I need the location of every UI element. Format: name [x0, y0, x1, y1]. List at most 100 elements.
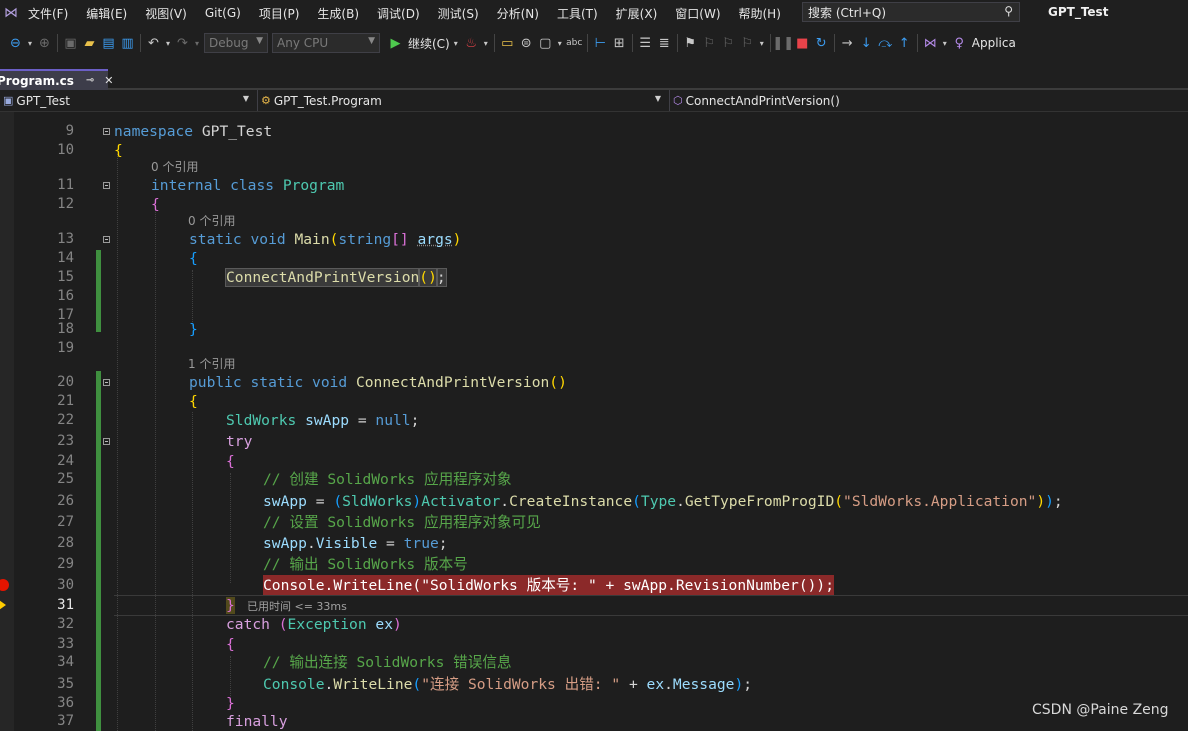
menu-extensions[interactable]: 扩展(X)	[610, 5, 664, 22]
collapse-icon[interactable]	[103, 182, 110, 189]
member-dropdown[interactable]: ⬡ ConnectAndPrintVersion()	[670, 90, 1188, 111]
line-number: 29	[57, 556, 74, 572]
lightbulb-icon[interactable]: ♀	[950, 32, 969, 54]
continue-dropdown-icon[interactable]: ▾	[450, 32, 462, 54]
search-box[interactable]: 搜索 (Ctrl+Q) ⚲	[802, 2, 1020, 22]
show-next-statement-icon[interactable]: →	[838, 32, 857, 54]
navigate-forward-icon[interactable]: ⊕	[35, 32, 54, 54]
menu-git[interactable]: Git(G)	[199, 6, 247, 20]
collapse-icon[interactable]	[103, 379, 110, 386]
diagnostics-icon[interactable]: ⋈	[921, 32, 940, 54]
code-line: 21 {	[0, 391, 1188, 412]
indent-icon[interactable]: ☰	[636, 32, 655, 54]
breakpoint-icon[interactable]	[0, 579, 9, 591]
perf-tip[interactable]: 已用时间 <= 33ms	[247, 598, 347, 614]
outdent-icon[interactable]: ≣	[655, 32, 674, 54]
new-project-icon[interactable]: ▣	[61, 32, 80, 54]
codelens-references[interactable]: 0 个引用	[151, 158, 198, 175]
step-out-icon[interactable]: ↑	[895, 32, 914, 54]
back-dropdown-icon[interactable]: ▾	[25, 32, 35, 54]
menu-tools[interactable]: 工具(T)	[551, 5, 604, 22]
clear-bookmarks-icon[interactable]: ⚐	[738, 32, 757, 54]
menu-debug[interactable]: 调试(D)	[371, 5, 426, 22]
continue-button[interactable]: 继续(C)	[408, 35, 450, 52]
folder-icon[interactable]: ▭	[498, 32, 517, 54]
tab-program-cs[interactable]: Program.cs ⊸ ✕	[0, 69, 114, 90]
browser-icon[interactable]: ▢	[536, 32, 555, 54]
project-name: GPT_Test	[16, 93, 70, 108]
redo-dropdown-icon[interactable]: ▾	[192, 32, 202, 54]
code-line: 35 Console.WriteLine("连接 SolidWorks 出错: …	[0, 674, 1188, 695]
next-bookmark-icon[interactable]: ⚐	[719, 32, 738, 54]
bookmark-icon[interactable]: ⚑	[681, 32, 700, 54]
toolbar-separator	[676, 34, 678, 52]
menu-build[interactable]: 生成(B)	[311, 5, 365, 22]
collapse-icon[interactable]	[103, 128, 110, 135]
hot-reload-dropdown-icon[interactable]: ▾	[481, 32, 491, 54]
line-number: 25	[57, 471, 74, 487]
find-icon[interactable]: ⊜	[517, 32, 536, 54]
prev-bookmark-icon[interactable]: ⚐	[700, 32, 719, 54]
platform-select[interactable]: Any CPU ▼	[272, 33, 380, 53]
code-line: 27 // 设置 SolidWorks 应用程序对象可见	[0, 512, 1188, 533]
step-icon[interactable]: ⊢	[591, 32, 610, 54]
stop-icon[interactable]: ■	[793, 32, 812, 54]
bookmark-dropdown-icon[interactable]: ▾	[757, 32, 767, 54]
menu-file[interactable]: 文件(F)	[22, 5, 74, 22]
save-all-icon[interactable]: ▥	[118, 32, 137, 54]
class-dropdown[interactable]: ⚙ GPT_Test.Program ▼	[258, 90, 670, 111]
line-number: 15	[57, 269, 74, 285]
line-number: 12	[57, 196, 74, 212]
chevron-down-icon: ▼	[256, 36, 263, 46]
code-editor[interactable]: 9 namespace GPT_Test 10 { 0 个引用 11 inter…	[0, 112, 1188, 731]
collapse-icon[interactable]	[103, 438, 110, 445]
navigate-back-icon[interactable]: ⊖	[6, 32, 25, 54]
solution-config-select[interactable]: Debug ▼	[204, 33, 268, 53]
diagnostics-dropdown-icon[interactable]: ▾	[940, 32, 950, 54]
menu-help[interactable]: 帮助(H)	[733, 5, 787, 22]
undo-dropdown-icon[interactable]: ▾	[163, 32, 173, 54]
pause-icon[interactable]: ❚❚	[772, 32, 794, 54]
hot-reload-icon[interactable]: ♨	[462, 32, 481, 54]
code-line: 14 {	[0, 248, 1188, 269]
close-icon[interactable]: ✕	[104, 74, 113, 87]
line-number: 18	[57, 321, 74, 337]
spell-check-icon[interactable]: abc	[565, 32, 584, 54]
code-text: SldWorks swApp = null;	[226, 412, 420, 429]
undo-icon[interactable]: ↶	[144, 32, 163, 54]
member-name: ConnectAndPrintVersion()	[685, 93, 840, 108]
menu-window[interactable]: 窗口(W)	[669, 5, 726, 22]
menu-test[interactable]: 测试(S)	[432, 5, 485, 22]
code-text: catch (Exception ex)	[226, 616, 402, 633]
save-icon[interactable]: ▤	[99, 32, 118, 54]
browser-dropdown-icon[interactable]: ▾	[555, 32, 565, 54]
step-over-icon[interactable]: ⤼	[876, 32, 895, 54]
pin-icon[interactable]: ⊸	[86, 75, 94, 86]
code-comment: // 输出 SolidWorks 版本号	[263, 556, 468, 573]
class-name: GPT_Test.Program	[273, 93, 382, 108]
redo-icon[interactable]: ↷	[173, 32, 192, 54]
code-line: 26 swApp = (SldWorks)Activator.CreateIns…	[0, 491, 1188, 512]
menu-edit[interactable]: 编辑(E)	[80, 5, 133, 22]
menu-project[interactable]: 项目(P)	[253, 5, 306, 22]
code-text: internal class Program	[151, 177, 345, 194]
codelens-references[interactable]: 0 个引用	[188, 212, 235, 229]
menu-analyze[interactable]: 分析(N)	[491, 5, 545, 22]
restart-icon[interactable]: ↻	[812, 32, 831, 54]
solution-config-value: Debug	[209, 36, 249, 50]
codelens-references[interactable]: 1 个引用	[188, 355, 235, 372]
platform-value: Any CPU	[277, 36, 329, 50]
collapse-icon[interactable]	[103, 236, 110, 243]
line-number: 10	[57, 142, 74, 158]
project-dropdown[interactable]: ▣ GPT_Test ▼	[0, 90, 258, 111]
code-text: }	[226, 597, 235, 614]
line-number: 22	[57, 412, 74, 428]
layout-icon[interactable]: ⊞	[610, 32, 629, 54]
line-number: 31	[57, 597, 74, 613]
code-line: 19	[0, 338, 1188, 359]
open-file-icon[interactable]: ▰	[80, 32, 99, 54]
step-into-icon[interactable]: ↓	[857, 32, 876, 54]
application-insights-button[interactable]: Applica	[972, 36, 1016, 50]
menu-view[interactable]: 视图(V)	[139, 5, 193, 22]
continue-play-icon[interactable]: ▶	[386, 32, 405, 54]
